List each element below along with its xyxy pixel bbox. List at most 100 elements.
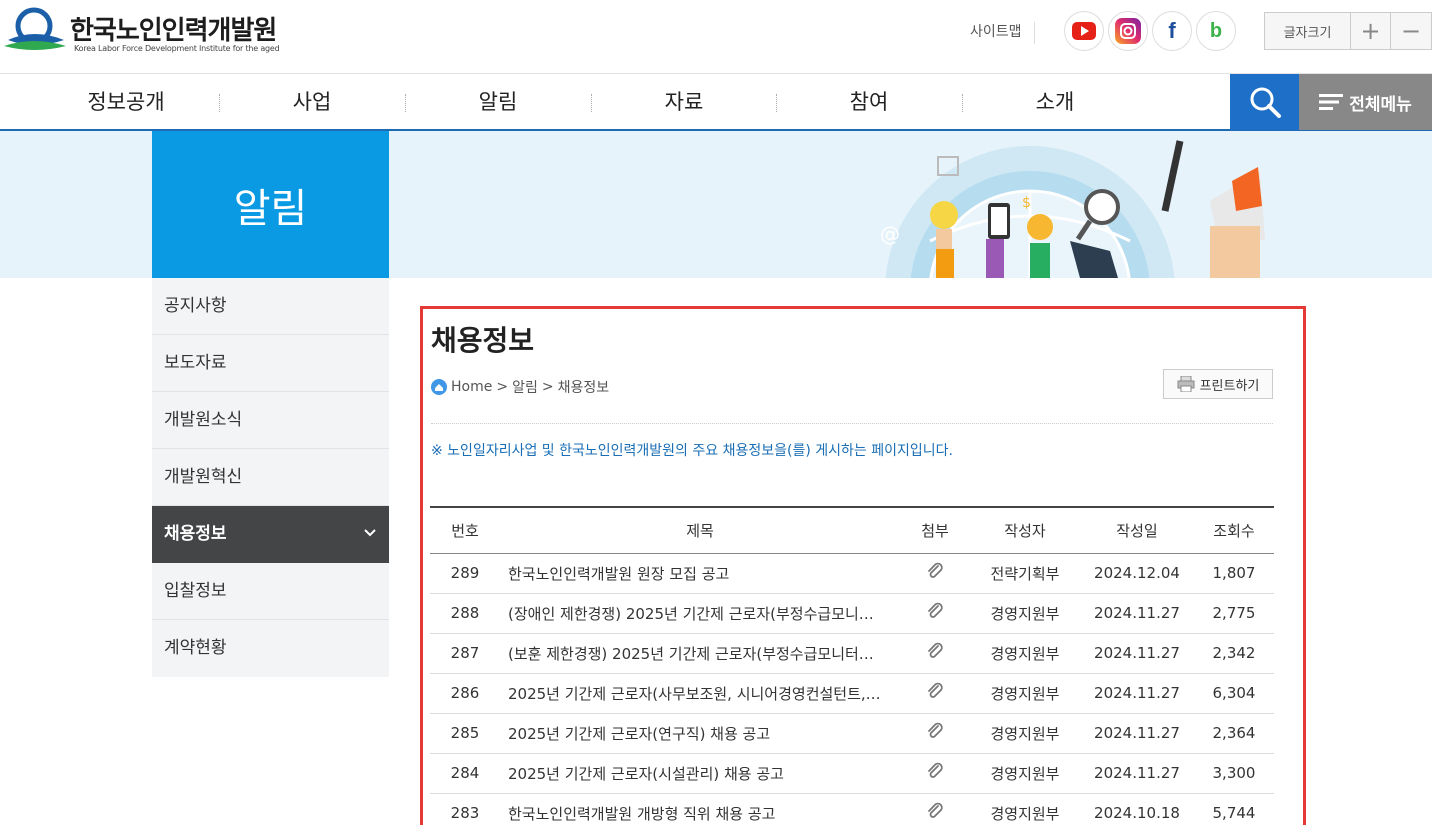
row-date: 2024.11.27 bbox=[1080, 713, 1194, 754]
row-number: 286 bbox=[430, 673, 500, 714]
attachment-cell[interactable] bbox=[900, 633, 970, 674]
paperclip-icon bbox=[928, 642, 943, 658]
blog-icon: b bbox=[1209, 19, 1223, 42]
lnb-item-bids[interactable]: 입찰정보 bbox=[152, 563, 389, 620]
row-title-link[interactable]: 2025년 기간제 근로자(시설관리) 채용 공고 bbox=[500, 753, 900, 794]
table-row: 283 한국노인인력개발원 개방형 직위 채용 공고 경영지원부 2024.10… bbox=[430, 793, 1274, 825]
gnb-item-news[interactable]: 알림 bbox=[405, 74, 591, 131]
row-views: 2,775 bbox=[1194, 593, 1274, 634]
column-header-date: 작성일 bbox=[1080, 507, 1194, 554]
lnb-item-innovation[interactable]: 개발원혁신 bbox=[152, 449, 389, 506]
gnb-item-participation[interactable]: 참여 bbox=[776, 74, 962, 131]
youtube-icon bbox=[1072, 22, 1096, 40]
lnb-item-label: 보도자료 bbox=[164, 353, 227, 373]
attachment-cell[interactable] bbox=[900, 713, 970, 754]
lnb-item-label: 입찰정보 bbox=[164, 581, 227, 601]
paperclip-icon bbox=[928, 722, 943, 738]
gnb-item-resources[interactable]: 자료 bbox=[591, 74, 777, 131]
font-decrease-button[interactable]: − bbox=[1391, 13, 1431, 49]
column-header-number: 번호 bbox=[430, 507, 500, 554]
row-author: 경영지원부 bbox=[970, 633, 1080, 674]
row-author: 경영지원부 bbox=[970, 673, 1080, 714]
attachment-cell[interactable] bbox=[900, 673, 970, 714]
gnb-item-about[interactable]: 소개 bbox=[962, 74, 1148, 131]
print-button[interactable]: 프린트하기 bbox=[1163, 369, 1273, 399]
all-menu-label: 전체메뉴 bbox=[1349, 94, 1412, 115]
row-number: 289 bbox=[430, 553, 500, 594]
main-navigation: 정보공개 사업 알림 자료 참여 소개 bbox=[0, 74, 1432, 131]
print-label: 프린트하기 bbox=[1199, 378, 1260, 394]
row-title-link[interactable]: (보훈 제한경쟁) 2025년 기간제 근로자(부정수급모니터… bbox=[500, 633, 900, 674]
row-date: 2024.11.27 bbox=[1080, 593, 1194, 634]
lnb-item-label: 개발원혁신 bbox=[164, 467, 243, 487]
page-title: 채용정보 bbox=[431, 324, 535, 357]
row-title-link[interactable]: 한국노인인력개발원 개방형 직위 채용 공고 bbox=[500, 793, 900, 825]
gnb-item-info[interactable]: 정보공개 bbox=[33, 74, 219, 131]
lnb-item-contracts[interactable]: 계약현황 bbox=[152, 620, 389, 677]
search-button[interactable] bbox=[1230, 74, 1300, 130]
font-increase-button[interactable]: + bbox=[1351, 13, 1391, 49]
side-navigation: 공지사항 보도자료 개발원소식 개발원혁신 채용정보 입찰정보 계약현황 bbox=[152, 278, 389, 677]
instagram-icon bbox=[1115, 18, 1141, 44]
row-views: 6,304 bbox=[1194, 673, 1274, 714]
lnb-item-press[interactable]: 보도자료 bbox=[152, 335, 389, 392]
row-author: 경영지원부 bbox=[970, 593, 1080, 634]
font-size-control: 글자크기 + − bbox=[1264, 12, 1432, 50]
row-title-link[interactable]: 2025년 기간제 근로자(사무보조원, 시니어경영컨설턴트,… bbox=[500, 673, 900, 714]
row-title-link[interactable]: (장애인 제한경쟁) 2025년 기간제 근로자(부정수급모니… bbox=[500, 593, 900, 634]
lnb-item-label: 공지사항 bbox=[164, 296, 227, 316]
paperclip-icon bbox=[928, 682, 943, 698]
lnb-item-label: 계약현황 bbox=[164, 638, 227, 658]
all-menu-button[interactable]: 전체메뉴 bbox=[1299, 74, 1432, 130]
instagram-button[interactable] bbox=[1108, 11, 1148, 51]
section-title: 알림 bbox=[152, 131, 389, 278]
logo-emblem-icon bbox=[4, 7, 66, 50]
row-title-link[interactable]: 2025년 기간제 근로자(연구직) 채용 공고 bbox=[500, 713, 900, 754]
row-author: 전략기획부 bbox=[970, 553, 1080, 594]
chevron-down-icon bbox=[363, 506, 377, 563]
sitemap-link[interactable]: 사이트맵 bbox=[970, 22, 1035, 44]
attachment-cell[interactable] bbox=[900, 793, 970, 825]
gnb-item-business[interactable]: 사업 bbox=[219, 74, 405, 131]
breadcrumb-current: 채용정보 bbox=[557, 380, 610, 396]
row-views: 3,300 bbox=[1194, 753, 1274, 794]
logo-subtitle: Korea Labor Force Development Institute … bbox=[74, 44, 280, 53]
attachment-cell[interactable] bbox=[900, 753, 970, 794]
lnb-item-label: 개발원소식 bbox=[164, 410, 243, 430]
printer-icon bbox=[1177, 376, 1195, 392]
svg-text:@: @ bbox=[880, 222, 900, 246]
table-header-row: 번호 제목 첨부 작성자 작성일 조회수 bbox=[430, 507, 1274, 554]
attachment-cell[interactable] bbox=[900, 553, 970, 594]
logo-text: 한국노인인력개발원 bbox=[70, 16, 277, 46]
site-logo[interactable]: 한국노인인력개발원 Korea Labor Force Development … bbox=[4, 6, 294, 56]
row-views: 2,342 bbox=[1194, 633, 1274, 674]
table-row: 288 (장애인 제한경쟁) 2025년 기간제 근로자(부정수급모니… 경영지… bbox=[430, 593, 1274, 634]
lnb-item-notices[interactable]: 공지사항 bbox=[152, 278, 389, 335]
paperclip-icon bbox=[928, 762, 943, 778]
font-size-label: 글자크기 bbox=[1265, 13, 1351, 49]
notice-text: ※ 노인일자리사업 및 한국노인인력개발원의 주요 채용정보을(를) 게시하는 … bbox=[431, 443, 953, 459]
table-row: 289 한국노인인력개발원 원장 모집 공고 전략기획부 2024.12.04 … bbox=[430, 553, 1274, 594]
table-row: 286 2025년 기간제 근로자(사무보조원, 시니어경영컨설턴트,… 경영지… bbox=[430, 673, 1274, 714]
lnb-item-institute-news[interactable]: 개발원소식 bbox=[152, 392, 389, 449]
youtube-button[interactable] bbox=[1064, 11, 1104, 51]
row-author: 경영지원부 bbox=[970, 793, 1080, 825]
svg-text:$: $ bbox=[1022, 195, 1031, 211]
column-header-title: 제목 bbox=[500, 507, 900, 554]
lnb-item-label: 채용정보 bbox=[164, 524, 227, 544]
site-header: 한국노인인력개발원 Korea Labor Force Development … bbox=[0, 0, 1432, 74]
breadcrumb-news[interactable]: 알림 bbox=[512, 377, 538, 397]
row-date: 2024.10.18 bbox=[1080, 793, 1194, 825]
row-title-link[interactable]: 한국노인인력개발원 원장 모집 공고 bbox=[500, 553, 900, 594]
main-content: 채용정보 Home > 알림 > 채용정보 프린트하기 ※ 노인일자리사업 및 … bbox=[420, 306, 1306, 825]
row-number: 287 bbox=[430, 633, 500, 674]
lnb-item-recruitment[interactable]: 채용정보 bbox=[152, 506, 389, 563]
row-number: 284 bbox=[430, 753, 500, 794]
row-number: 283 bbox=[430, 793, 500, 825]
table-row: 285 2025년 기간제 근로자(연구직) 채용 공고 경영지원부 2024.… bbox=[430, 713, 1274, 754]
blog-button[interactable]: b bbox=[1196, 11, 1236, 51]
facebook-button[interactable]: f bbox=[1152, 11, 1192, 51]
breadcrumb-home[interactable]: Home bbox=[451, 379, 492, 395]
attachment-cell[interactable] bbox=[900, 593, 970, 634]
column-header-views: 조회수 bbox=[1194, 507, 1274, 554]
